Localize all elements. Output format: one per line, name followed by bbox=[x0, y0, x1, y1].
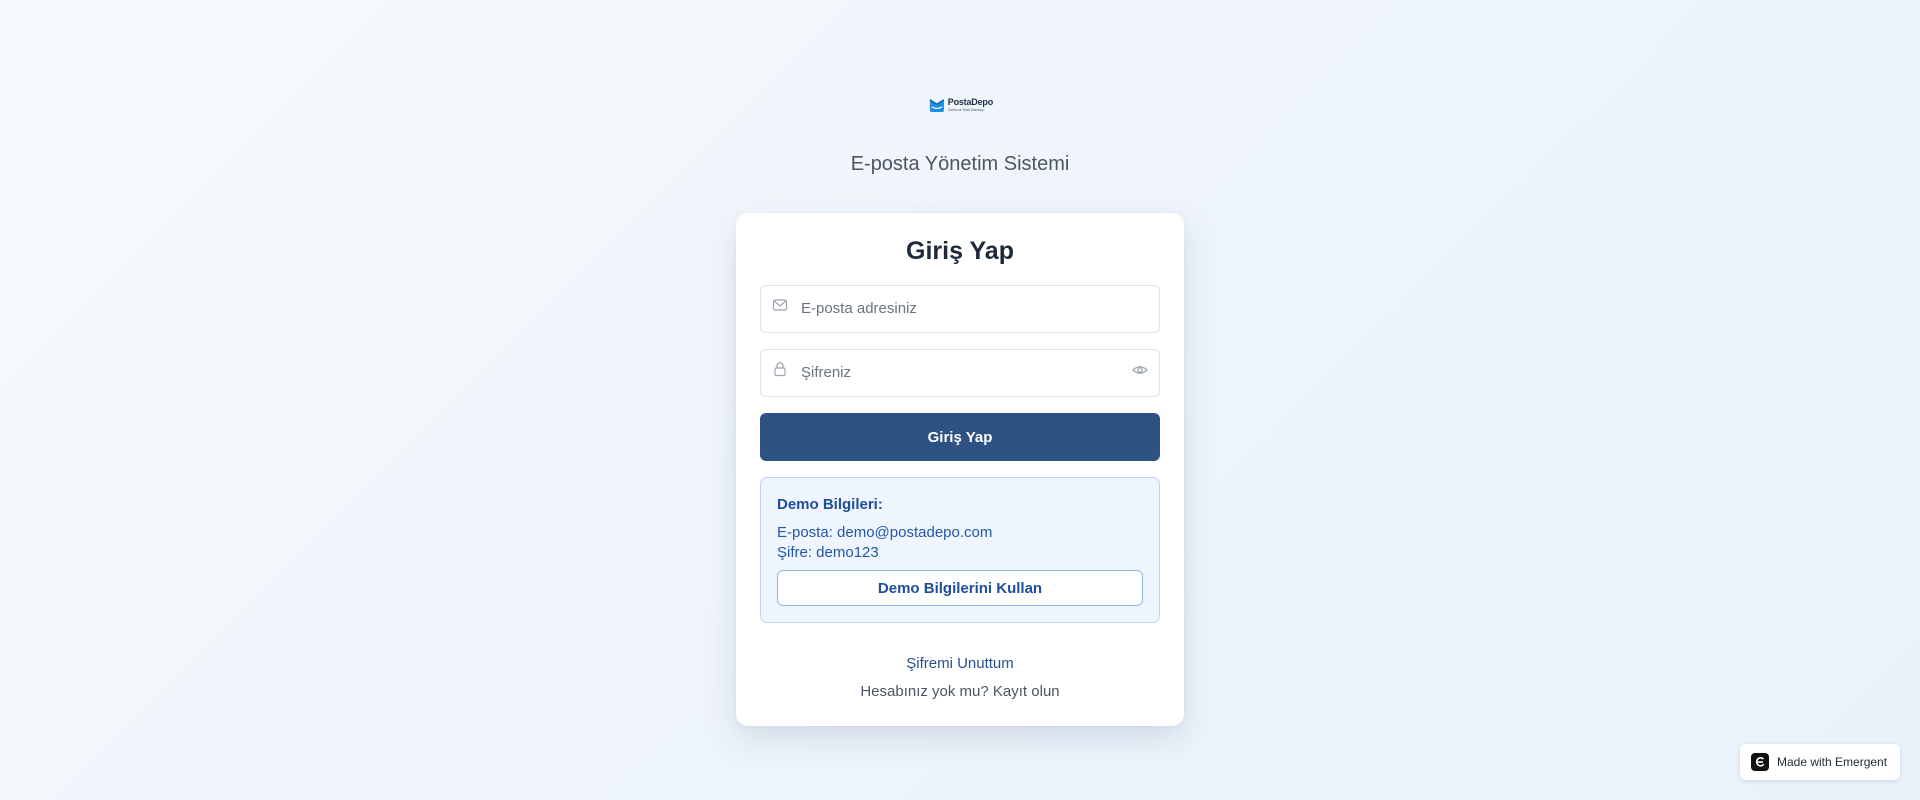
login-submit-button[interactable]: Giriş Yap bbox=[760, 413, 1160, 461]
email-placeholder: E-posta adresiniz bbox=[801, 300, 917, 317]
use-demo-credentials-button[interactable]: Demo Bilgilerini Kullan bbox=[777, 570, 1143, 606]
made-with-emergent-badge[interactable]: Made with Emergent bbox=[1740, 744, 1900, 780]
email-field[interactable]: E-posta adresiniz bbox=[760, 285, 1160, 333]
register-prompt: Hesabınız yok mu? Kayıt olun bbox=[736, 683, 1184, 700]
demo-password: Şifre: demo123 bbox=[777, 544, 879, 561]
demo-email: E-posta: demo@postadepo.com bbox=[777, 524, 993, 541]
register-link[interactable]: Kayıt olun bbox=[993, 683, 1060, 700]
register-question: Hesabınız yok mu? bbox=[860, 683, 989, 700]
login-title: Giriş Yap bbox=[906, 237, 1014, 265]
login-card: Giriş Yap E-posta adresiniz Şifreniz Gir… bbox=[736, 213, 1184, 726]
brand-wordmark: PostaDepo Outlook Mail Backup bbox=[948, 98, 993, 112]
demo-title: Demo Bilgileri: bbox=[777, 496, 883, 513]
demo-info-panel: Demo Bilgileri: E-posta: demo@postadepo.… bbox=[760, 477, 1160, 623]
brand-tagline: Outlook Mail Backup bbox=[947, 107, 985, 112]
brand-logo: PostaDepo Outlook Mail Backup bbox=[929, 95, 993, 115]
app-subtitle: E-posta Yönetim Sistemi bbox=[850, 153, 1070, 175]
badge-label: Made with Emergent bbox=[1777, 755, 1888, 769]
password-field[interactable]: Şifreniz bbox=[760, 349, 1160, 397]
lock-icon bbox=[774, 362, 786, 377]
eye-icon[interactable] bbox=[1132, 362, 1148, 378]
mail-icon bbox=[772, 299, 788, 311]
brand-name: PostaDepo bbox=[947, 97, 993, 107]
forgot-password-link[interactable]: Şifremi Unuttum bbox=[736, 655, 1184, 672]
emergent-logo-icon bbox=[1751, 753, 1769, 771]
password-placeholder: Şifreniz bbox=[801, 364, 852, 381]
envelope-logo-icon bbox=[929, 99, 945, 113]
